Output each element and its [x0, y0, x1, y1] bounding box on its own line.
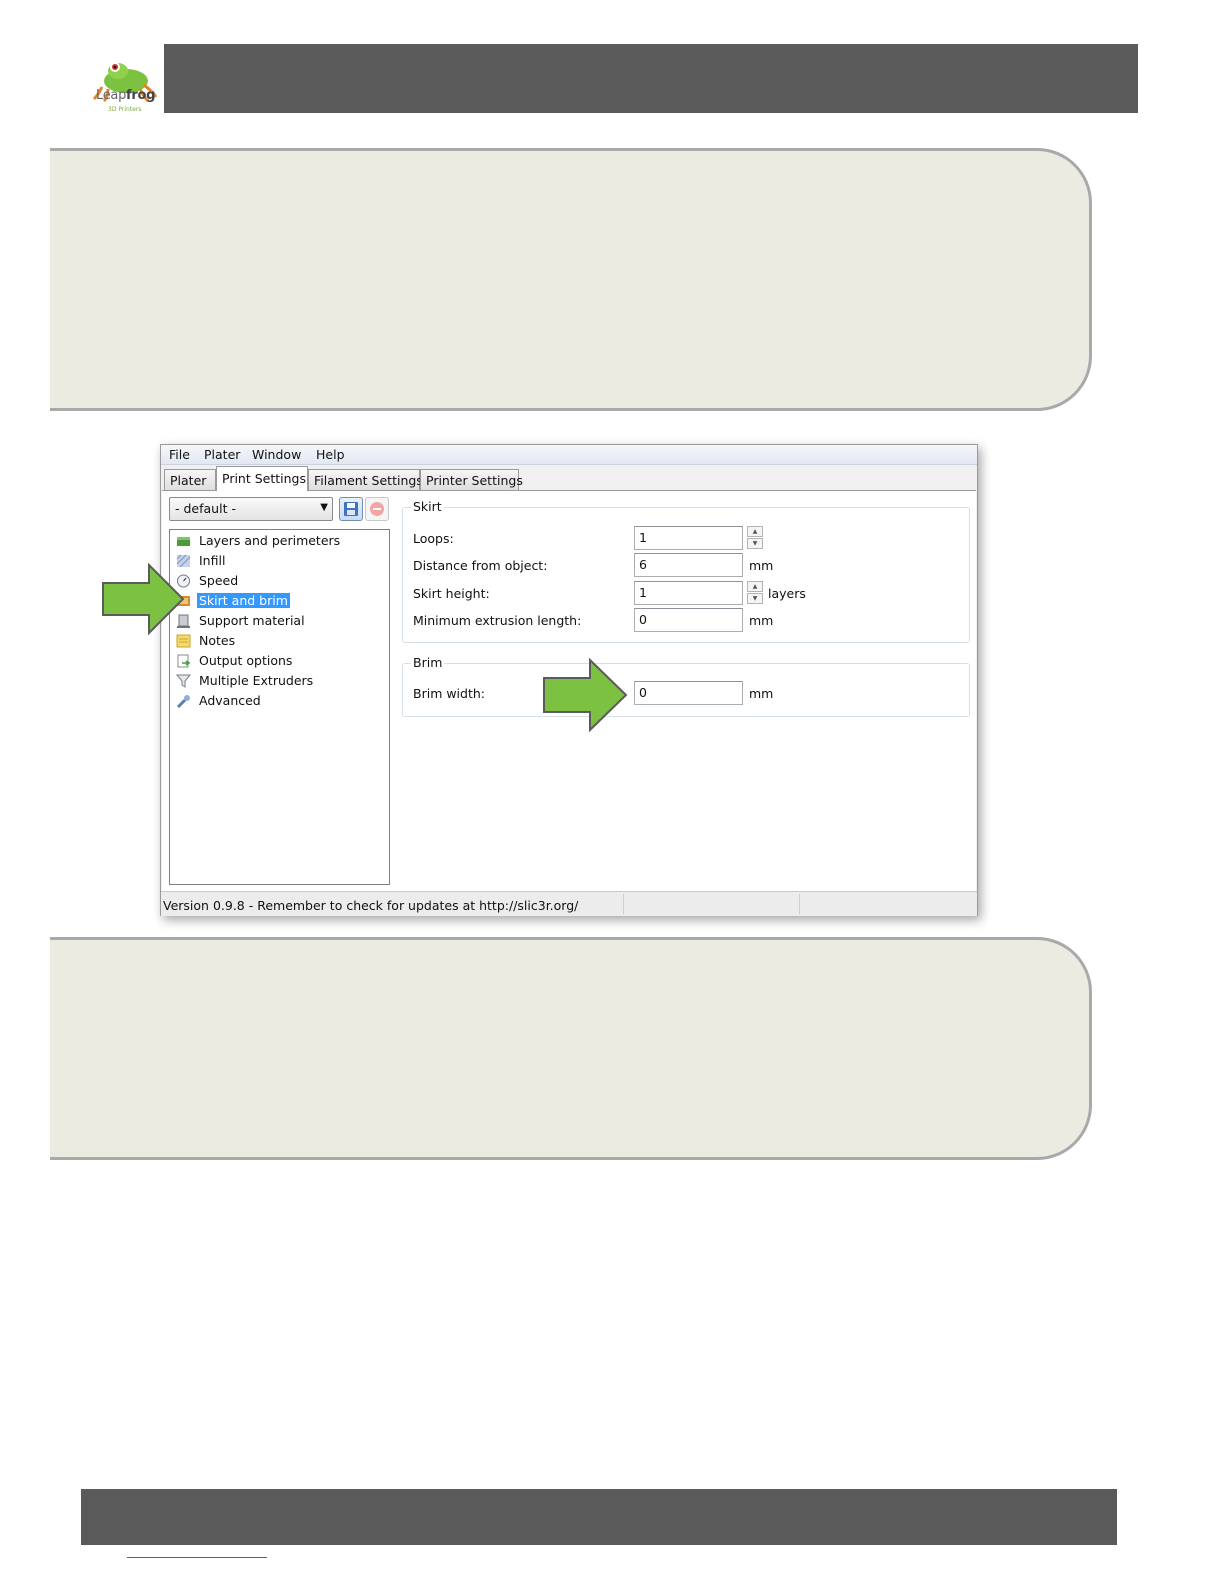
- brim-width-unit: mm: [749, 686, 774, 701]
- skirt-group-title: Skirt: [411, 499, 444, 514]
- skirt-height-label: Skirt height:: [413, 586, 490, 601]
- skirt-height-unit: layers: [768, 586, 806, 601]
- spin-up-icon[interactable]: ▲: [747, 581, 763, 592]
- status-divider: [799, 894, 800, 914]
- menu-file[interactable]: File: [169, 447, 190, 462]
- pointer-arrow-icon: [543, 658, 628, 732]
- output-icon: [177, 654, 191, 668]
- callout-box-top: [50, 148, 1092, 411]
- distance-input[interactable]: 6: [634, 553, 743, 577]
- tab-filament-settings[interactable]: Filament Settings: [308, 469, 423, 490]
- tab-print-settings[interactable]: Print Settings: [216, 466, 308, 491]
- notes-icon: [176, 634, 191, 648]
- min-extrusion-unit: mm: [749, 613, 774, 628]
- save-preset-button[interactable]: [339, 497, 363, 521]
- menu-window[interactable]: Window: [252, 447, 301, 462]
- min-extrusion-label: Minimum extrusion length:: [413, 613, 582, 628]
- brim-width-label: Brim width:: [413, 686, 486, 701]
- brim-width-input[interactable]: 0: [634, 681, 743, 705]
- pointer-arrow-icon: [102, 563, 185, 635]
- callout-box-bottom: [50, 937, 1092, 1160]
- status-bar: Version 0.9.8 - Remember to check for up…: [161, 891, 977, 916]
- delete-preset-button[interactable]: [365, 497, 389, 521]
- spin-down-icon[interactable]: ▼: [747, 593, 763, 604]
- delete-icon: [370, 502, 384, 516]
- brim-group: Brim Brim width: 0 mm: [402, 655, 970, 717]
- status-divider: [623, 894, 624, 914]
- status-text: Version 0.9.8 - Remember to check for up…: [163, 898, 579, 913]
- floppy-disk-icon: [344, 502, 358, 516]
- tab-bar: Plater Print Settings Filament Settings …: [161, 466, 977, 491]
- layers-icon: [177, 537, 190, 546]
- tab-plater[interactable]: Plater: [164, 469, 216, 490]
- preset-dropdown[interactable]: - default - ▼: [169, 497, 333, 521]
- loops-label: Loops:: [413, 531, 454, 546]
- header-bar: [164, 44, 1138, 113]
- menu-help[interactable]: Help: [316, 447, 345, 462]
- distance-label: Distance from object:: [413, 558, 548, 573]
- funnel-icon: [176, 674, 191, 688]
- min-extrusion-input[interactable]: 0: [634, 608, 743, 632]
- tab-printer-settings[interactable]: Printer Settings: [420, 469, 523, 490]
- menu-plater[interactable]: Plater: [204, 447, 240, 462]
- spin-down-icon[interactable]: ▼: [747, 538, 763, 549]
- settings-category-tree: Layers and perimeters Infill Speed Skirt…: [169, 529, 390, 885]
- loops-input[interactable]: 1: [634, 526, 743, 550]
- brim-group-title: Brim: [411, 655, 445, 670]
- skirt-group: Skirt Loops: 1 ▲ ▼ Distance from object: …: [402, 499, 970, 643]
- footer-link-underline[interactable]: [127, 1557, 267, 1558]
- logo-wordmark: Leapfrog: [96, 88, 156, 103]
- skirt-height-input[interactable]: 1: [634, 581, 743, 605]
- distance-unit: mm: [749, 558, 774, 573]
- loops-spinner[interactable]: ▲ ▼: [747, 526, 763, 550]
- preset-value: - default -: [175, 501, 236, 516]
- chevron-down-icon: ▼: [320, 502, 328, 513]
- skirt-height-spinner[interactable]: ▲ ▼: [747, 581, 763, 605]
- spin-up-icon[interactable]: ▲: [747, 526, 763, 537]
- footer-bar: [81, 1489, 1117, 1545]
- wrench-icon: [176, 695, 190, 708]
- logo-tagline: 3D Printers: [108, 106, 142, 113]
- menu-bar: File Plater Window Help: [161, 445, 977, 465]
